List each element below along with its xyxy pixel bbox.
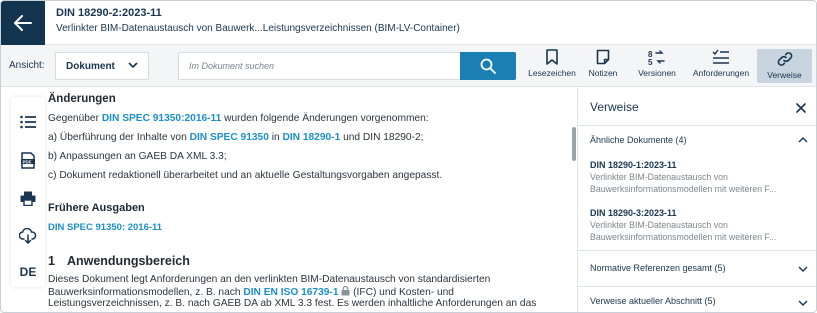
back-button[interactable]: [1, 1, 45, 45]
search-button[interactable]: [460, 52, 516, 80]
language-label: DE: [19, 265, 37, 279]
panel-title: Verweise: [590, 100, 639, 114]
divider: [578, 286, 816, 287]
doc-link[interactable]: DIN 18290-1: [282, 132, 340, 143]
toc-button[interactable]: [11, 107, 45, 137]
related-doc-desc: Bauwerksinformationsmodellen mit weitere…: [590, 184, 777, 194]
toolbar: Ansicht: Dokument Lesezeichen: [1, 45, 816, 87]
view-label: Ansicht:: [9, 60, 45, 71]
changes-heading: Änderungen: [48, 93, 116, 105]
current-section-refs-heading[interactable]: Verweise aktueller Abschnitt (5): [590, 296, 716, 306]
bookmark-icon: [546, 49, 558, 65]
link-icon: [777, 52, 792, 66]
toc-list-icon: [20, 115, 36, 129]
search-input[interactable]: [179, 53, 462, 79]
search-box: [178, 52, 516, 80]
text: Gegenüber: [48, 113, 102, 124]
tool-lesezeichen[interactable]: Lesezeichen: [528, 49, 576, 83]
text: und DIN 18290-2;: [340, 132, 424, 143]
chevron-down-icon[interactable]: [798, 299, 808, 307]
related-doc-title[interactable]: DIN 18290-1:2023-11: [590, 160, 677, 170]
change-item-a: a) Überführung der Inhalte von DIN SPEC …: [48, 132, 424, 143]
download-cloud-icon: [19, 228, 37, 244]
section-number: 1: [48, 254, 55, 268]
tool-label: Verweise: [767, 70, 802, 80]
pdf-icon: PDF: [21, 151, 35, 169]
doc-link[interactable]: DIN SPEC 91350: [190, 132, 269, 143]
related-doc-desc: Verlinkter BIM-Datenaustausch von: [590, 220, 728, 230]
document-title: Verlinkter BIM-Datenaustausch von Bauwer…: [56, 23, 460, 34]
doc-link[interactable]: DIN SPEC 91350:2016-11: [102, 113, 222, 124]
chevron-down-icon[interactable]: [798, 265, 808, 273]
document-id: DIN 18290-2:2023-11: [56, 7, 162, 19]
tool-label: Versionen: [638, 68, 676, 78]
tool-notizen[interactable]: Notizen: [586, 49, 620, 83]
pdf-button[interactable]: PDF: [11, 145, 45, 175]
tool-label: Lesezeichen: [528, 68, 576, 78]
related-doc-desc: Verlinkter BIM-Datenaustausch von: [590, 172, 728, 182]
earlier-edition-link[interactable]: DIN SPEC 91350: 2016-11: [48, 222, 162, 233]
print-button[interactable]: [11, 183, 45, 213]
text: wurden folgende Änderungen vorgenommen:: [221, 113, 429, 124]
text: in: [268, 132, 283, 143]
content-scrollbar[interactable]: [572, 127, 576, 161]
tool-verweise[interactable]: Verweise: [757, 49, 812, 83]
doc-link[interactable]: DIN EN ISO 16739-1: [243, 287, 338, 298]
scope-line-2: Bauwerksinformationsmodellen, z. B. nach…: [48, 285, 454, 298]
chevron-up-icon[interactable]: [798, 136, 808, 144]
document-content: Änderungen Gegenüber DIN SPEC 91350:2016…: [48, 89, 568, 312]
close-button[interactable]: [796, 100, 806, 118]
divider: [578, 125, 816, 126]
similar-docs-heading[interactable]: Ähnliche Dokumente (4): [590, 135, 687, 145]
tool-label: Anforderungen: [692, 68, 750, 78]
related-doc-desc: Bauwerksinformationsmodellen mit weitere…: [590, 232, 777, 242]
changes-intro: Gegenüber DIN SPEC 91350:2016-11 wurden …: [48, 113, 429, 124]
related-doc-title[interactable]: DIN 18290-3:2023-11: [590, 208, 677, 218]
svg-text:PDF: PDF: [23, 159, 32, 164]
svg-text:5: 5: [648, 58, 653, 65]
earlier-editions-heading: Frühere Ausgaben: [48, 202, 145, 214]
scope-heading: 1 Anwendungsbereich: [48, 254, 190, 268]
tool-versionen[interactable]: 8 5 Versionen: [637, 49, 677, 83]
document-header: DIN 18290-2:2023-11 Verlinkter BIM-Daten…: [1, 1, 816, 45]
print-icon: [20, 191, 36, 206]
side-rail: PDF DE: [11, 97, 45, 287]
tool-anforderungen[interactable]: Anforderungen: [691, 49, 751, 83]
search-icon: [480, 58, 496, 74]
section-title: Anwendungsbereich: [66, 254, 190, 268]
scope-line-1: Dieses Dokument legt Anforderungen an de…: [48, 274, 491, 285]
change-item-b: b) Anpassungen an GAEB DA XML 3.3;: [48, 151, 227, 162]
view-select-value: Dokument: [66, 60, 115, 72]
language-switch[interactable]: DE: [11, 257, 45, 287]
chevron-down-icon: [128, 62, 138, 69]
divider: [578, 250, 816, 251]
versions-icon: 8 5: [648, 50, 665, 65]
change-item-c: c) Dokument redaktionell überarbeitet un…: [48, 170, 443, 181]
normative-refs-heading[interactable]: Normative Referenzen gesamt (5): [590, 263, 726, 273]
app-window: DIN 18290-2:2023-11 Verlinkter BIM-Daten…: [0, 0, 817, 313]
text: a) Überführung der Inhalte von: [48, 132, 190, 143]
view-select[interactable]: Dokument: [55, 52, 149, 80]
lock-icon: [341, 285, 350, 296]
scope-line-3: Leistungsverzeichnissen, z. B. nach GAEB…: [48, 298, 537, 309]
arrow-left-icon: [14, 15, 32, 31]
download-button[interactable]: [11, 221, 45, 251]
tool-label: Notizen: [588, 68, 618, 78]
text: (IFC) und Kosten- und: [350, 287, 454, 298]
references-panel: Verweise Ähnliche Dokumente (4) DIN 1829…: [578, 87, 816, 312]
text: Bauwerksinformationsmodellen, z. B. nach: [48, 287, 244, 298]
close-icon: [796, 103, 806, 113]
requirements-list-icon: [712, 49, 729, 64]
note-icon: [596, 49, 610, 65]
